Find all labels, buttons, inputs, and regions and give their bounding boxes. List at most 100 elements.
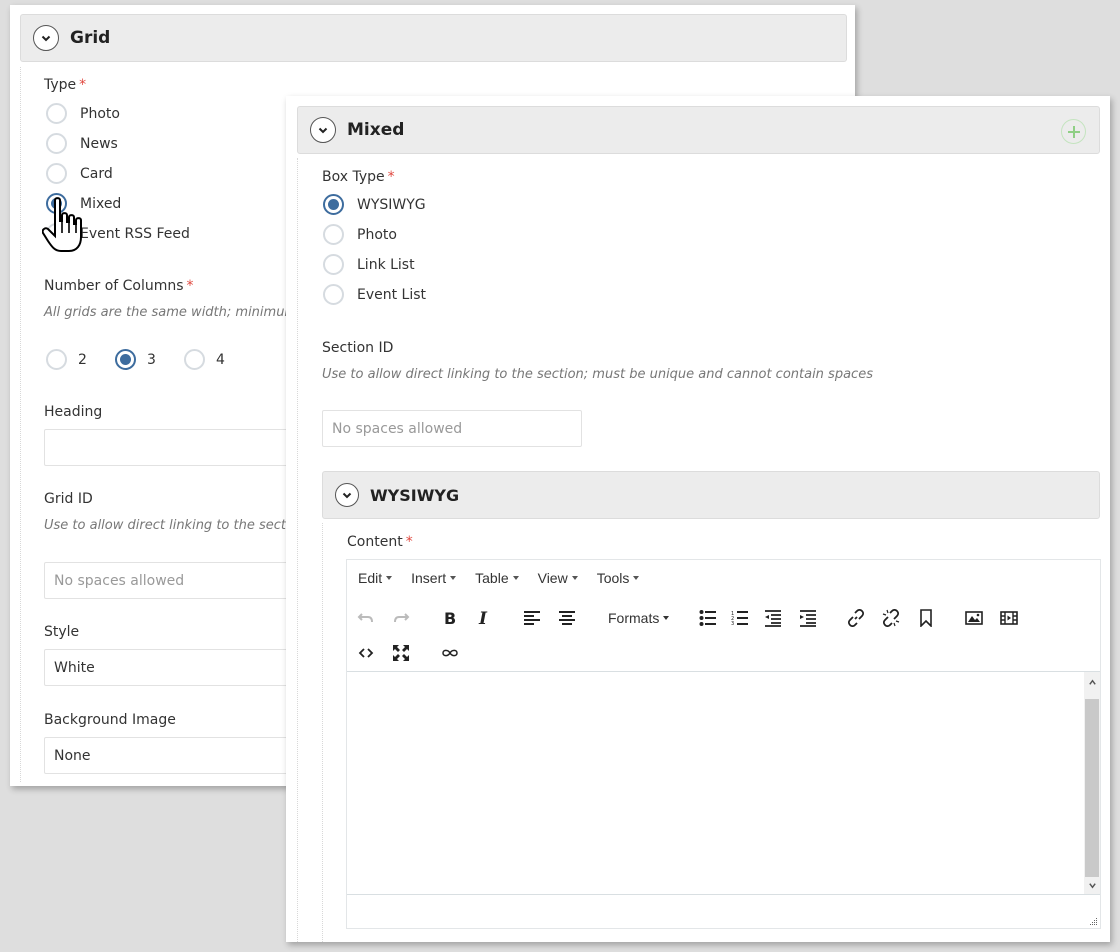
align-center-icon[interactable] — [554, 605, 580, 631]
radio-button[interactable] — [46, 223, 67, 244]
columns-help: All grids are the same width; minimum — [44, 305, 298, 320]
radio-button[interactable] — [323, 254, 344, 275]
style-select-value: White — [54, 659, 95, 676]
content-label: Content * — [347, 534, 413, 550]
type-option-photo[interactable]: Photo — [46, 103, 120, 124]
radio-button[interactable] — [46, 133, 67, 154]
columns-option-4[interactable]: 4 — [184, 349, 225, 370]
fullscreen-icon[interactable] — [388, 640, 414, 666]
numbered-list-icon[interactable]: 123 — [727, 605, 753, 631]
type-option-mixed[interactable]: Mixed — [46, 193, 121, 214]
columns-option-3[interactable]: 3 — [115, 349, 156, 370]
caret-icon — [633, 576, 640, 580]
radio-button-checked[interactable] — [323, 194, 344, 215]
radio-button-checked[interactable] — [115, 349, 136, 370]
mixed-body-border — [297, 158, 298, 942]
box-type-option-link-list[interactable]: Link List — [323, 254, 415, 275]
type-label: Type * — [44, 77, 87, 93]
section-id-label: Section ID — [322, 340, 394, 356]
unlink-icon[interactable] — [878, 605, 904, 631]
wysiwyg-title: WYSIWYG — [370, 485, 460, 505]
section-id-input[interactable]: No spaces allowed — [322, 410, 582, 447]
indent-icon[interactable] — [795, 605, 821, 631]
box-type-option-wysiwyg[interactable]: WYSIWYG — [323, 194, 426, 215]
background-image-label: Background Image — [44, 712, 176, 728]
radio-button[interactable] — [184, 349, 205, 370]
style-select[interactable]: White — [44, 649, 304, 686]
wysiwyg-body-border — [322, 523, 323, 942]
undo-icon[interactable] — [353, 605, 379, 631]
svg-text:3: 3 — [731, 621, 734, 627]
mixed-section-header[interactable]: Mixed — [297, 106, 1100, 154]
mixed-title: Mixed — [347, 120, 405, 140]
heading-label: Heading — [44, 404, 103, 420]
caret-icon — [450, 576, 457, 580]
grid-body-border — [20, 67, 21, 782]
menu-table[interactable]: Table — [475, 570, 519, 586]
radio-button-checked[interactable] — [46, 193, 67, 214]
background-image-select-value: None — [54, 747, 91, 764]
scroll-up-icon[interactable] — [1084, 674, 1100, 690]
radio-button[interactable] — [46, 163, 67, 184]
menu-edit[interactable]: Edit — [358, 570, 393, 586]
radio-button[interactable] — [323, 284, 344, 305]
infinity-icon[interactable] — [437, 640, 463, 666]
add-button[interactable] — [1061, 119, 1086, 144]
editor-content-area[interactable] — [347, 672, 1084, 894]
wysiwyg-section-header[interactable]: WYSIWYG — [322, 471, 1100, 519]
type-option-news[interactable]: News — [46, 133, 118, 154]
background-image-select[interactable]: None — [44, 737, 304, 774]
link-icon[interactable] — [843, 605, 869, 631]
editor-scrollbar[interactable] — [1084, 672, 1100, 894]
formats-dropdown[interactable]: Formats — [608, 610, 670, 626]
mixed-panel: Mixed Box Type * WYSIWYG Photo Link List … — [286, 96, 1110, 942]
svg-text:B: B — [444, 609, 456, 627]
style-label: Style — [44, 624, 80, 640]
caret-icon — [571, 576, 578, 580]
caret-icon — [663, 616, 670, 620]
grid-id-label: Grid ID — [44, 491, 93, 507]
section-id-help: Use to allow direct linking to the secti… — [322, 367, 873, 382]
columns-label: Number of Columns * — [44, 278, 194, 294]
italic-icon[interactable]: I — [471, 605, 497, 631]
svg-text:I: I — [478, 609, 488, 627]
editor-menubar: Edit Insert Table View Tools — [347, 560, 647, 596]
columns-option-2[interactable]: 2 — [46, 349, 87, 370]
source-code-icon[interactable] — [353, 640, 379, 666]
media-icon[interactable] — [996, 605, 1022, 631]
radio-button[interactable] — [46, 103, 67, 124]
grid-id-input[interactable]: No spaces allowed — [44, 562, 304, 599]
type-option-card[interactable]: Card — [46, 163, 113, 184]
plus-circle-icon — [1067, 125, 1080, 138]
bookmark-icon[interactable] — [913, 605, 939, 631]
menu-tools[interactable]: Tools — [597, 570, 640, 586]
box-type-option-event-list[interactable]: Event List — [323, 284, 426, 305]
caret-icon — [512, 576, 519, 580]
scroll-down-icon[interactable] — [1084, 877, 1100, 893]
chevron-down-icon[interactable] — [335, 483, 359, 507]
resize-handle-icon[interactable] — [1090, 918, 1098, 926]
chevron-down-icon[interactable] — [33, 25, 59, 51]
image-icon[interactable] — [961, 605, 987, 631]
bullet-list-icon[interactable] — [695, 605, 721, 631]
statusbar-divider — [347, 894, 1100, 895]
heading-input[interactable] — [44, 429, 304, 466]
scroll-thumb[interactable] — [1085, 699, 1099, 877]
grid-title: Grid — [70, 28, 111, 48]
radio-button[interactable] — [46, 349, 67, 370]
type-option-event-rss-feed[interactable]: Event RSS Feed — [46, 223, 190, 244]
align-left-icon[interactable] — [519, 605, 545, 631]
outdent-icon[interactable] — [760, 605, 786, 631]
chevron-down-icon[interactable] — [310, 117, 336, 143]
caret-icon — [386, 576, 393, 580]
rich-text-editor: Edit Insert Table View Tools B I Formats — [346, 559, 1101, 929]
grid-id-help: Use to allow direct linking to the secti… — [44, 518, 306, 533]
box-type-label: Box Type * — [322, 169, 395, 185]
bold-icon[interactable]: B — [436, 605, 462, 631]
radio-button[interactable] — [323, 224, 344, 245]
menu-view[interactable]: View — [538, 570, 578, 586]
grid-section-header[interactable]: Grid — [20, 14, 847, 62]
redo-icon[interactable] — [388, 605, 414, 631]
menu-insert[interactable]: Insert — [411, 570, 457, 586]
box-type-option-photo[interactable]: Photo — [323, 224, 397, 245]
